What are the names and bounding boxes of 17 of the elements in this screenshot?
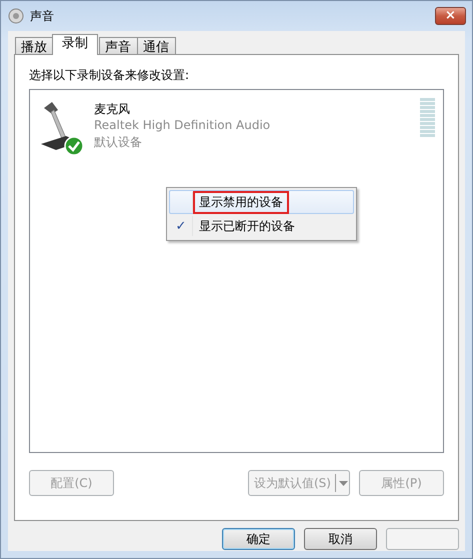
tab[interactable]: 录制 [52,34,98,55]
instruction-text: 选择以下录制设备来修改设置: [29,67,190,84]
close-button[interactable]: × [435,7,466,25]
window-title: 声音 [30,8,54,24]
device-name: 麦克风 [94,101,131,117]
menu-item[interactable]: 显示禁用的设备 [169,190,354,214]
device-driver: Realtek High Definition Audio [94,117,272,134]
tab[interactable]: 播放 [15,37,54,54]
menu-item[interactable]: ✓ 显示已断开的设备 [169,214,354,238]
tab[interactable]: 通信 [137,37,176,54]
check-icon: ✓ [176,219,186,234]
dialog-button[interactable]: 取消 [304,528,377,550]
dialog-button[interactable]: 确定 [222,528,295,550]
tab[interactable]: 声音 [99,37,138,54]
level-meter [420,98,435,137]
caret-icon [338,480,348,486]
device-status: 默认设备 [94,134,143,151]
